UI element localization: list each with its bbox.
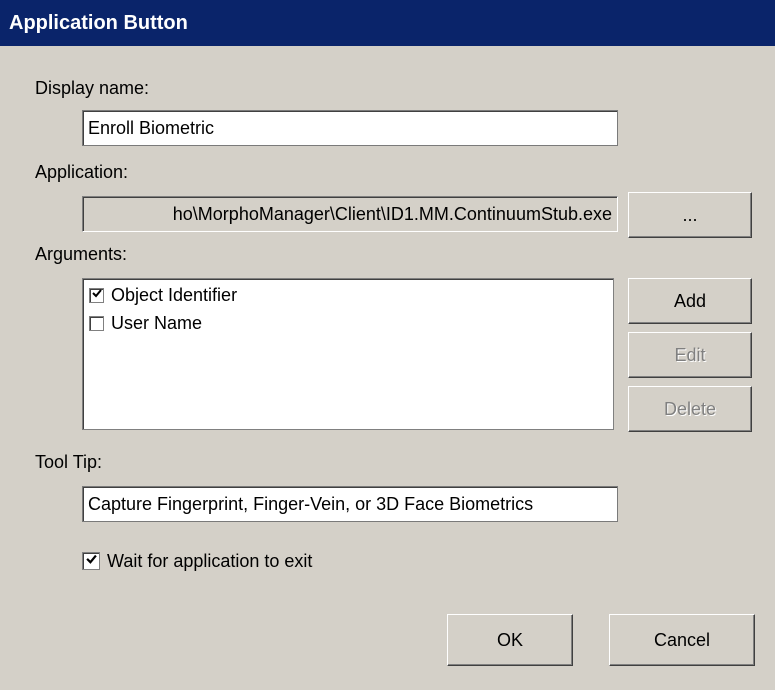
check-icon [86,554,97,564]
application-label: Application: [35,162,129,182]
title-bar: Application Button [0,0,775,46]
argument-checkbox-object-identifier[interactable] [89,287,104,303]
dialog-title: Application Button [9,12,188,34]
application-path-value: ho\MorphoManager\Client\ID1.MM.Continuum… [172,204,612,224]
delete-button-label: Delete [663,399,717,419]
cancel-button[interactable]: Cancel [609,614,755,666]
wait-option[interactable]: Wait for application to exit [82,547,312,575]
add-button-label: Add [673,291,707,311]
argument-label: User Name [111,312,203,333]
tooltip-input[interactable]: Capture Fingerprint, Finger-Vein, or 3D … [82,486,618,522]
ok-button[interactable]: OK [447,614,573,666]
application-path-field[interactable]: ho\MorphoManager\Client\ID1.MM.Continuum… [82,196,618,232]
add-button[interactable]: Add [628,278,752,324]
argument-item-user-name[interactable]: User Name [89,309,202,337]
arguments-list[interactable]: Object Identifier User Name [82,278,614,430]
edit-button[interactable]: Edit [628,332,752,378]
display-name-label: Display name: [35,78,150,98]
display-name-value: Enroll Biometric [88,118,215,138]
delete-button[interactable]: Delete [628,386,752,432]
wait-checkbox[interactable] [82,552,100,570]
check-icon [92,288,102,297]
display-name-input[interactable]: Enroll Biometric [82,110,618,146]
wait-label: Wait for application to exit [107,550,313,571]
edit-button-label: Edit [674,345,706,365]
browse-button[interactable]: ... [628,192,752,238]
argument-checkbox-user-name[interactable] [89,315,104,331]
browse-button-label: ... [682,205,698,225]
arguments-label: Arguments: [35,244,128,264]
ok-button-label: OK [496,630,523,650]
tooltip-value: Capture Fingerprint, Finger-Vein, or 3D … [88,494,534,514]
cancel-button-label: Cancel [653,630,711,650]
tooltip-label: Tool Tip: [35,452,103,472]
argument-item-object-identifier[interactable]: Object Identifier [89,281,237,309]
argument-label: Object Identifier [111,284,238,305]
